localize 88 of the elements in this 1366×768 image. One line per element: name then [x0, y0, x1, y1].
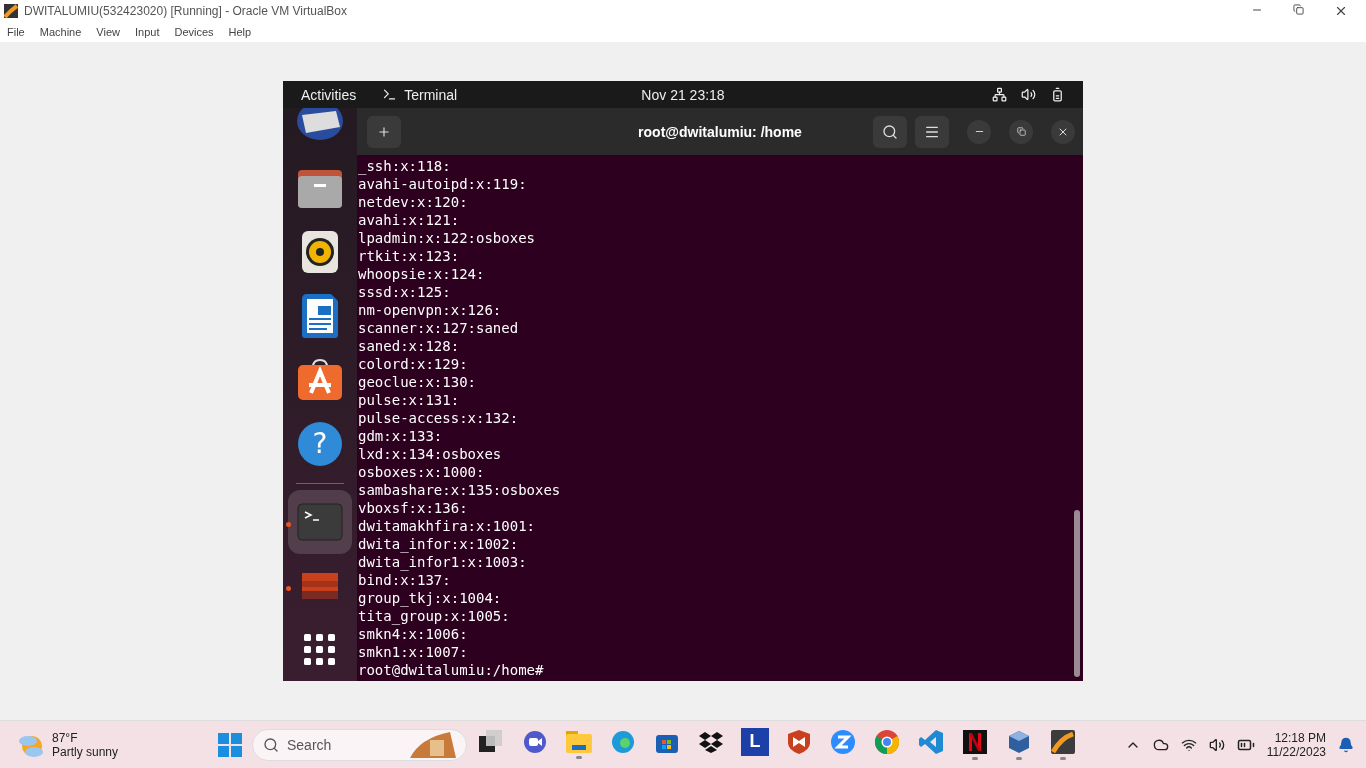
menu-item[interactable]: View — [96, 26, 120, 38]
scrollbar-thumb[interactable] — [1074, 510, 1080, 677]
terminal-line: rtkit:x:123: — [358, 247, 460, 265]
terminal-title: root@dwitalumiu: /home — [638, 123, 802, 140]
task-view-icon[interactable] — [479, 729, 503, 754]
terminal-line: nm-openvpn:x:126: — [358, 301, 502, 319]
terminal-line: pulse-access:x:132: — [358, 409, 519, 427]
terminal-line: smkn4:x:1006: — [358, 625, 468, 643]
code-editor-icon[interactable] — [919, 729, 943, 754]
search-icon — [882, 123, 898, 140]
terminal-line: avahi-autoipd:x:119: — [358, 175, 527, 193]
terminal-line: bind:x:137: — [358, 571, 451, 589]
terminal-line: group_tkj:x:1004: — [358, 589, 502, 607]
terminal-line: root@dwitalumiu:/home# — [358, 661, 544, 679]
app-menu[interactable]: Terminal — [404, 86, 458, 103]
search-field[interactable]: Search — [252, 728, 467, 761]
terminal-line: avahi:x:121: — [358, 211, 460, 229]
volume-icon[interactable] — [1208, 736, 1225, 753]
video-chat-icon[interactable] — [523, 729, 547, 754]
document-icon[interactable] — [301, 293, 339, 339]
running-dot — [286, 586, 291, 591]
terminal-line: whoopsie:x:124: — [358, 265, 485, 283]
z-circle-icon[interactable] — [831, 729, 855, 754]
curve-logo-icon[interactable] — [1051, 729, 1075, 754]
app-icon — [4, 4, 18, 18]
bell-icon[interactable] — [1338, 736, 1354, 753]
app-grid-icon[interactable] — [304, 634, 336, 666]
terminal-line: dwitamakhfira:x:1001: — [358, 517, 535, 535]
shield-icon[interactable] — [788, 729, 810, 754]
restore-icon — [1016, 127, 1026, 136]
folder-icon[interactable] — [297, 168, 343, 208]
terminal-line: tita_group:x:1005: — [358, 607, 510, 625]
volume-icon[interactable] — [1021, 87, 1036, 102]
mail-app-icon[interactable] — [296, 108, 344, 141]
terminal-line: gdm:x:133: — [358, 427, 443, 445]
terminal-line: sssd:x:125: — [358, 283, 451, 301]
search-button[interactable] — [873, 115, 907, 148]
terminal-icon — [382, 87, 398, 102]
open-box-icon[interactable] — [699, 730, 723, 753]
start-icon[interactable] — [218, 732, 242, 757]
terminal-line: vboxsf:x:136: — [358, 499, 468, 517]
terminal-line: dwita_infor1:x:1003: — [358, 553, 527, 571]
restore-icon[interactable] — [1293, 4, 1304, 15]
window-title: DWITALUMIU(532423020) [Running] - Oracle VM VirtualBox — [24, 4, 347, 18]
terminal-line: sambashare:x:135:osboxes — [358, 481, 561, 499]
terminal-line: lxd:x:134:osboxes — [358, 445, 502, 463]
search-icon — [263, 736, 279, 753]
time-text[interactable]: 12:18 PM — [1274, 730, 1326, 745]
terminal-line: geoclue:x:130: — [358, 373, 476, 391]
help-icon[interactable]: ? — [297, 421, 343, 467]
landmark-drawing — [410, 731, 456, 758]
menu-item[interactable]: Devices — [174, 26, 214, 38]
terminal-line: scanner:x:127:saned — [358, 319, 519, 337]
shopping-bag-icon[interactable] — [297, 359, 343, 401]
letter-tile[interactable]: L — [741, 727, 769, 756]
menu-button[interactable] — [915, 115, 949, 148]
menu-item[interactable]: Machine — [39, 26, 82, 38]
running-dot — [286, 522, 291, 527]
date-text[interactable]: 11/22/2023 — [1266, 744, 1326, 759]
clock[interactable]: Nov 21 23:18 — [641, 86, 725, 103]
weather-text[interactable]: Partly sunny — [52, 744, 119, 759]
menu-item[interactable]: File — [7, 26, 25, 38]
terminal-line: osboxes:x:1000: — [358, 463, 485, 481]
speaker-icon[interactable] — [301, 230, 339, 274]
terminal-icon[interactable] — [297, 503, 343, 541]
terminal-line: _ssh:x:118: — [358, 157, 451, 175]
menu-item[interactable]: Input — [134, 26, 160, 38]
menu-item[interactable]: Help — [228, 26, 252, 38]
n-logo-icon[interactable] — [963, 729, 987, 754]
terminal-line: lpadmin:x:122:osboxes — [358, 229, 535, 247]
maximize-button[interactable] — [1009, 119, 1033, 144]
activities-button[interactable]: Activities — [301, 86, 357, 103]
terminal-line: pulse:x:131: — [358, 391, 460, 409]
new-tab-button[interactable] — [367, 115, 401, 148]
terminal-line: saned:x:128: — [358, 337, 460, 355]
battery-icon[interactable] — [1050, 87, 1065, 102]
terminal-line: smkn1:x:1007: — [358, 643, 468, 661]
terminal-line: dwita_infor:x:1002: — [358, 535, 519, 553]
terminal-line: colord:x:129: — [358, 355, 468, 373]
chrome-icon[interactable] — [875, 729, 899, 754]
folder-icon[interactable] — [566, 730, 592, 753]
terminal-line: netdev:x:120: — [358, 193, 468, 211]
cube-icon[interactable] — [1007, 729, 1031, 754]
temperature[interactable]: 87°F — [52, 730, 119, 745]
plus-icon — [377, 124, 391, 139]
close-icon[interactable] — [1334, 4, 1348, 18]
network-icon[interactable] — [992, 87, 1007, 102]
close-button[interactable] — [1051, 119, 1075, 144]
